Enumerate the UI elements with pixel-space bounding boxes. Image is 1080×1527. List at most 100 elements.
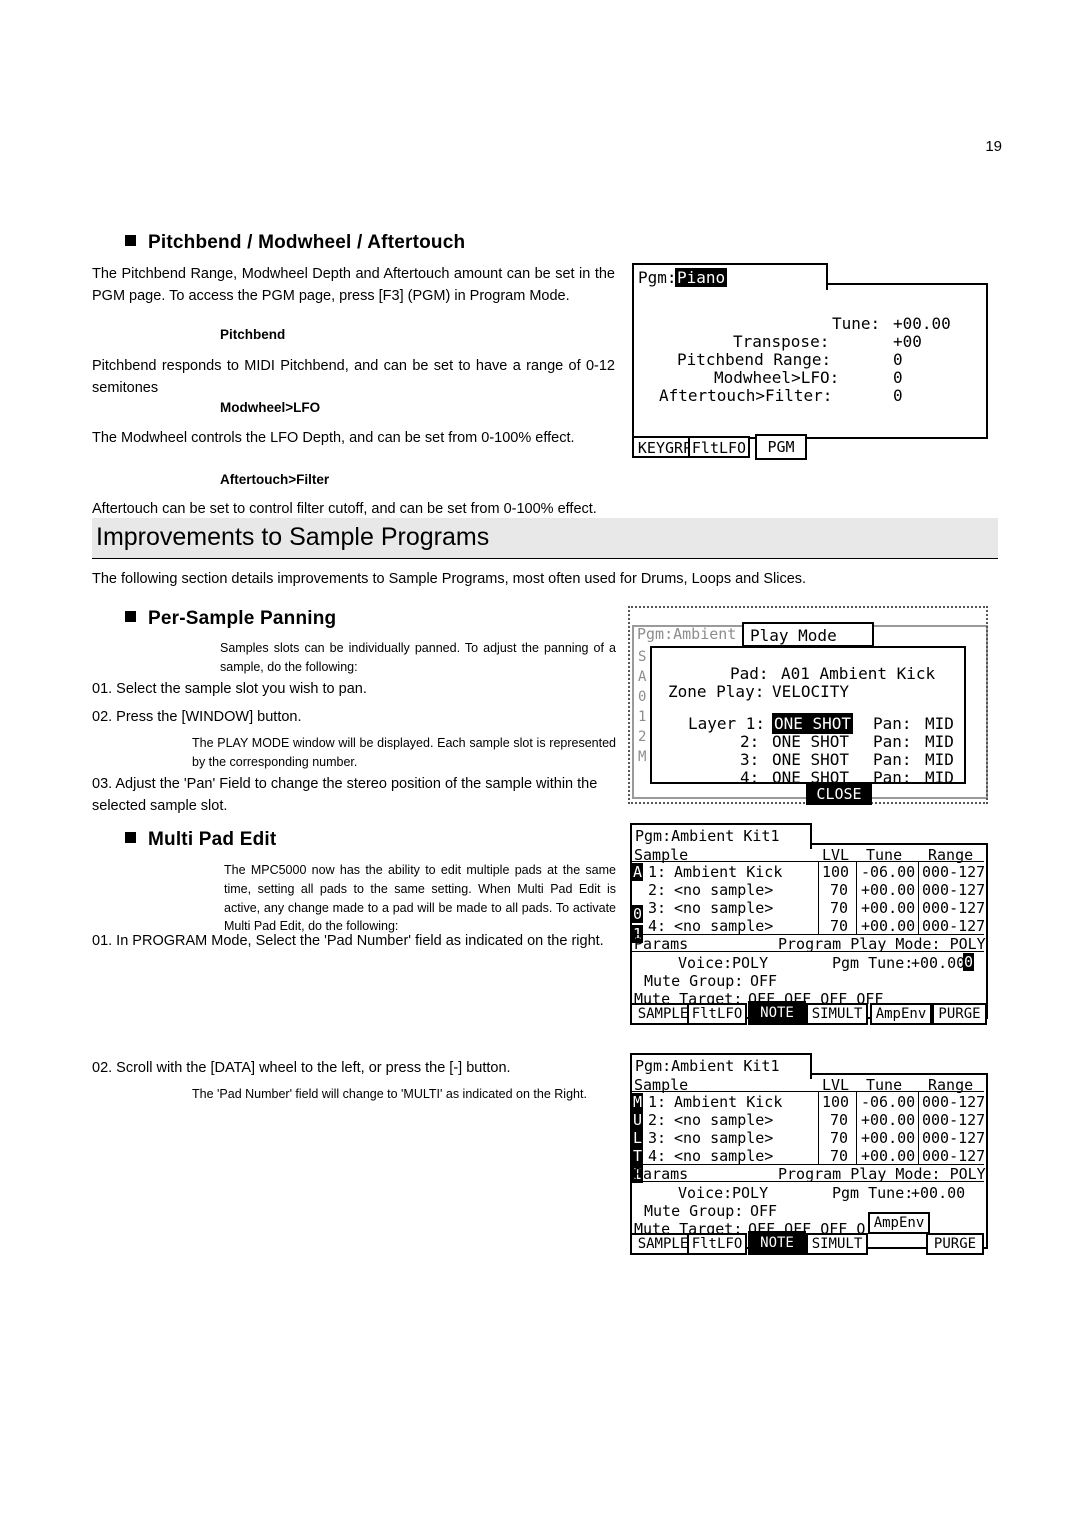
subheading-pitchbend: Pitchbend (220, 327, 286, 342)
lcd-sample-a-col-sep-1 (818, 861, 819, 934)
lcd-sample-multi-pad-field-l[interactable]: L (632, 1129, 644, 1147)
lcd-sample-a-pad-letter[interactable]: A (632, 863, 644, 881)
lcd-sample-a-voice-value[interactable]: POLY (732, 954, 768, 972)
lcd-sample-a-row-1-tune[interactable]: -06.00 (861, 863, 915, 881)
lcd-playmode-close-button[interactable]: CLOSE (806, 783, 872, 805)
lcd-sample-a-row-4-lvl[interactable]: 70 (830, 917, 848, 935)
lcd-sample-a-row-2-tune[interactable]: +00.00 (861, 881, 915, 899)
lcd-sample-multi-row-2-range[interactable]: 000-127 (922, 1111, 985, 1129)
page-number: 19 (985, 138, 1002, 155)
lcd-sample-a-row-3-range[interactable]: 000-127 (922, 899, 985, 917)
bullet-square-icon (125, 832, 136, 843)
note-panning: Samples slots can be individually panned… (220, 641, 616, 674)
lcd-sample-multi-row-4-range[interactable]: 000-127 (922, 1147, 985, 1165)
lcd-sample-a-row-4-n: 4: (648, 917, 667, 935)
lcd-playmode-layer-1-pan[interactable]: MID (925, 714, 954, 733)
lcd-sample-a-pad-number-0[interactable]: 0 (632, 905, 644, 923)
lcd-sample-multi-row-3-tune[interactable]: +00.00 (861, 1129, 915, 1147)
lcd-sample-a-row-3-tune[interactable]: +00.00 (861, 899, 915, 917)
lcd-playmode-layer-1-mode[interactable]: ONE SHOT (772, 713, 854, 734)
note-panning-2: The PLAY MODE window will be displayed. … (192, 736, 616, 769)
lcd-sample-multi-row-4-lvl[interactable]: 70 (830, 1147, 848, 1165)
lcd-playmode-zone-value[interactable]: VELOCITY (772, 682, 849, 701)
lcd-sample-multi-row-1-lvl[interactable]: 100 (822, 1093, 849, 1111)
lcd-playmode-layer-2-mode[interactable]: ONE SHOT (772, 732, 849, 751)
subheading-modwheel-lfo: Modwheel>LFO (220, 400, 321, 415)
lcd-sample-multi-row-1-name[interactable]: Ambient Kick (674, 1093, 782, 1111)
lcd-pgm-row-4-value: 0 (893, 386, 903, 405)
lcd-playmode-layer-3-mode[interactable]: ONE SHOT (772, 750, 849, 769)
lcd-playmode-pad-value[interactable]: A01 Ambient Kick (781, 664, 935, 683)
lcd-sample-a-row-2-lvl[interactable]: 70 (830, 881, 848, 899)
lcd-playmode-layer-3-pan-label: Pan: (873, 750, 912, 769)
lcd-sample-multi-row-4-name[interactable]: <no sample> (674, 1147, 773, 1165)
lcd-sample-multi-row-1-range[interactable]: 000-127 (922, 1093, 985, 1111)
lcd-sample-a-pgm-tune-value[interactable]: +00.00 (911, 954, 965, 972)
lcd-sample-a-row-3-lvl[interactable]: 70 (830, 899, 848, 917)
lcd-sample-multi-row-3-lvl[interactable]: 70 (830, 1129, 848, 1147)
lcd-sample-a-row-1-n: 1: (648, 863, 667, 881)
lcd-sample-a-pgm-tune-cursor[interactable]: 0 (963, 953, 975, 971)
lcd-playmode-layer-4-pan-label: Pan: (873, 768, 912, 787)
lcd-sample-a-row-1-range[interactable]: 000-127 (922, 863, 985, 881)
lcd-sample-multi-pad-field-t[interactable]: T (632, 1147, 644, 1165)
lcd-sample-multi-pgm-tune-value[interactable]: +00.00 (911, 1184, 965, 1202)
lcd-sample-a-col-sep-3 (918, 861, 919, 934)
lcd-pgm-tab-pgm[interactable]: PGM (755, 434, 807, 460)
section-band-rule (92, 558, 998, 559)
lcd-playmode-layer-1-pan-label: Pan: (873, 714, 912, 733)
lcd-sample-multi-tab-purge[interactable]: PURGE (926, 1233, 984, 1255)
lcd-sample-multi-pad-field-m[interactable]: M (632, 1093, 644, 1111)
lcd-sample-multi-tab-note[interactable]: NOTE (748, 1231, 806, 1255)
lcd-sample-a-row-3-n: 3: (648, 899, 667, 917)
lcd-playmode-layer-2-pan[interactable]: MID (925, 732, 954, 751)
subheading-aftertouch-filter: Aftertouch>Filter (220, 472, 330, 487)
lcd-sample-a-mute-group-value[interactable]: OFF (750, 972, 777, 990)
lcd-sample-multi-ampenv-button[interactable]: AmpEnv (868, 1212, 930, 1234)
lcd-sample-a-tab-fltlfo[interactable]: FltLFO (687, 1003, 747, 1025)
step-panning-01: 01. Select the sample slot you wish to p… (92, 681, 367, 697)
lcd-sample-a-tab-simult[interactable]: SIMULT (806, 1003, 868, 1025)
lcd-sample-multi-row-3-range[interactable]: 000-127 (922, 1129, 985, 1147)
bullet-square-icon (125, 235, 136, 246)
lcd-sample-multi-tab-simult[interactable]: SIMULT (806, 1233, 868, 1255)
lcd-sample-multi-row-4-tune[interactable]: +00.00 (861, 1147, 915, 1165)
lcd-sample-multi-row-1-tune[interactable]: -06.00 (861, 1093, 915, 1111)
lcd-sample-multi-tab-fltlfo[interactable]: FltLFO (687, 1233, 747, 1255)
lcd-sample-multi-mute-group-value[interactable]: OFF (750, 1202, 777, 1220)
lcd-sample-a-row-4-name[interactable]: <no sample> (674, 917, 773, 935)
lcd-playmode-layer-4-pan[interactable]: MID (925, 768, 954, 787)
lcd-sample-a-title: Pgm:Ambient Kit1 (635, 827, 780, 845)
heading-per-sample-panning: Per-Sample Panning (125, 608, 336, 630)
lcd-pgm-tab-fltlfo[interactable]: FltLFO (688, 436, 750, 458)
lcd-sample-multi-row-2-lvl[interactable]: 70 (830, 1111, 848, 1129)
lcd-sample-multi-col-sep-1 (818, 1091, 819, 1164)
lcd-pgm-row-3-label: Modwheel>LFO: (714, 368, 840, 387)
step-multipad-01: 01. In PROGRAM Mode, Select the 'Pad Num… (92, 933, 604, 949)
heading-text: Pitchbend / Modwheel / Aftertouch (148, 232, 466, 253)
lcd-sample-a-row-4-tune[interactable]: +00.00 (861, 917, 915, 935)
lcd-sample-a-row-1-name[interactable]: Ambient Kick (674, 863, 782, 881)
lcd-sample-a-tab-ampenv[interactable]: AmpEnv (870, 1003, 932, 1025)
lcd-sample-a-row-4-range[interactable]: 000-127 (922, 917, 985, 935)
section-title-improvements: Improvements to Sample Programs (96, 523, 490, 551)
lcd-sample-a-row-3-name[interactable]: <no sample> (674, 899, 773, 917)
lcd-sample-a-tab-purge[interactable]: PURGE (932, 1003, 987, 1025)
lcd-sample-a-tab-note[interactable]: NOTE (748, 1001, 806, 1025)
lcd-sample-a-row-2-range[interactable]: 000-127 (922, 881, 985, 899)
lcd-sample-multi-row-2-name[interactable]: <no sample> (674, 1111, 773, 1129)
lcd-sample-multi-pad-field-u[interactable]: U (632, 1111, 644, 1129)
lcd-sample-multi-row-3-name[interactable]: <no sample> (674, 1129, 773, 1147)
document-page: 19 Pitchbend / Modwheel / Aftertouch The… (0, 0, 1080, 1527)
lcd-playmode-layer-3-label: 3: (740, 750, 760, 769)
lcd-pgm-row-0-label: Tune: (832, 314, 881, 333)
lcd-sample-a-row-1-lvl[interactable]: 100 (822, 863, 849, 881)
lcd-sample-multi-mute-group-label: Mute Group: (644, 1202, 744, 1220)
lcd-sample-a-header-rule (630, 861, 984, 862)
lcd-sample-multi-row-2-tune[interactable]: +00.00 (861, 1111, 915, 1129)
lcd-sample-a-row-2-name[interactable]: <no sample> (674, 881, 773, 899)
lcd-pgm-title-label: Pgm: (638, 268, 677, 287)
step-panning-02: 02. Press the [WINDOW] button. (92, 709, 302, 725)
lcd-playmode-layer-3-pan[interactable]: MID (925, 750, 954, 769)
lcd-sample-multi-voice-value[interactable]: POLY (732, 1184, 768, 1202)
